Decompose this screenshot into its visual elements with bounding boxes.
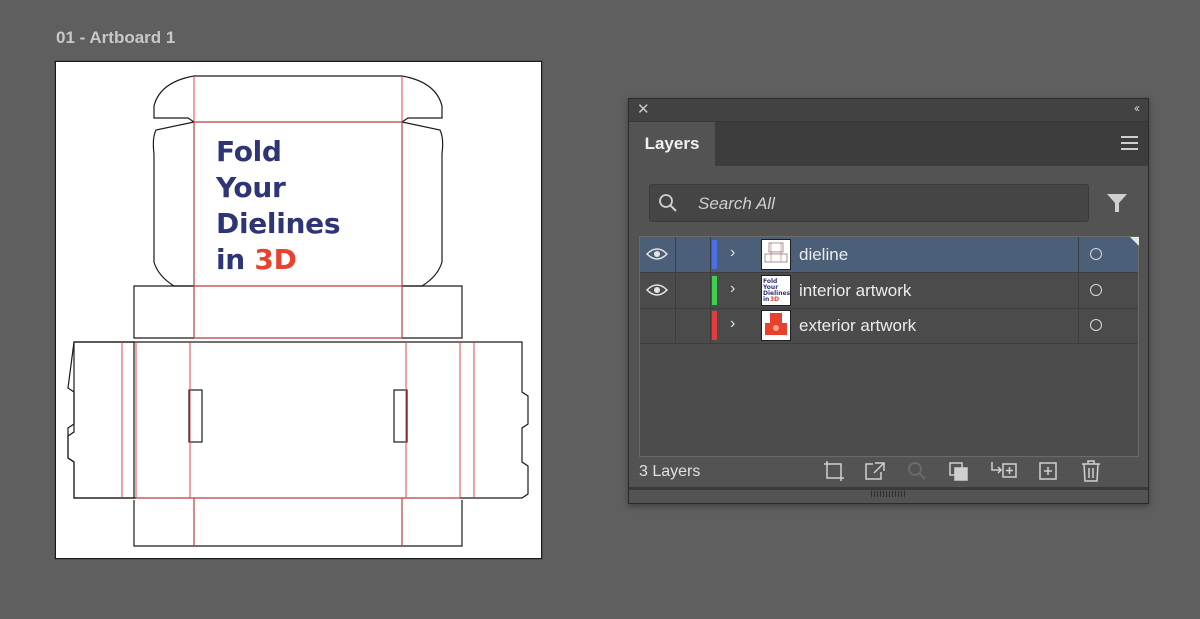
target-toggle[interactable] (1078, 273, 1139, 308)
search-input[interactable] (696, 185, 1080, 223)
layer-name[interactable]: interior artwork (799, 273, 911, 308)
layer-row-exterior-artwork[interactable]: › exterior artwork (640, 308, 1138, 344)
layer-color-bar (712, 276, 717, 305)
delete-icon[interactable] (1079, 460, 1103, 482)
eye-icon (646, 284, 668, 296)
svg-text:in: in (763, 296, 769, 303)
layer-thumbnail: Fold Your Dielines in 3D (761, 275, 791, 306)
layer-thumbnail (761, 239, 791, 270)
lock-toggle[interactable] (676, 273, 711, 308)
chevron-right-icon[interactable]: › (730, 315, 735, 333)
headline-line-1: Fold (216, 135, 282, 168)
lock-toggle[interactable] (676, 237, 711, 272)
selection-indicator-icon (1130, 237, 1139, 246)
filter-icon[interactable] (1105, 191, 1129, 215)
collapse-icon[interactable]: ‹‹ (1134, 101, 1140, 115)
new-layer-icon[interactable] (1037, 460, 1061, 482)
lock-toggle[interactable] (676, 308, 711, 343)
target-circle-icon[interactable] (1090, 319, 1102, 331)
headline-3d: 3D (254, 243, 297, 276)
layer-row-dieline[interactable]: › dieline (640, 237, 1139, 273)
clipping-mask-icon[interactable] (947, 460, 971, 482)
headline-line-3: Dielines (216, 207, 341, 240)
target-circle-icon[interactable] (1090, 248, 1102, 260)
export-icon[interactable] (863, 460, 887, 482)
locate-object-icon[interactable] (905, 460, 929, 482)
search-box (649, 184, 1089, 223)
chevron-right-icon[interactable]: › (730, 280, 735, 298)
panel-titlebar[interactable]: ✕ ‹‹ (629, 99, 1148, 122)
chevron-right-icon[interactable]: › (730, 244, 735, 262)
target-toggle[interactable] (1078, 237, 1139, 272)
visibility-toggle[interactable] (640, 308, 676, 343)
svg-text:3D: 3D (770, 296, 779, 303)
layer-row-interior-artwork[interactable]: › Fold Your Dielines in 3D interior artwork (640, 273, 1138, 309)
headline-in: in (216, 243, 245, 276)
headline-text: Fold Your Dielines in 3D (216, 134, 341, 278)
artboard-label[interactable]: 01 - Artboard 1 (56, 28, 175, 48)
artboard-collect-icon[interactable] (823, 460, 847, 482)
tab-layers[interactable]: Layers (629, 122, 715, 166)
layer-color-bar (712, 311, 717, 340)
headline-line-4: in 3D (216, 242, 340, 278)
layers-panel: ✕ ‹‹ Layers › (628, 98, 1149, 504)
close-icon[interactable]: ✕ (637, 100, 650, 118)
layer-name[interactable]: exterior artwork (799, 308, 916, 343)
target-toggle[interactable] (1078, 308, 1139, 343)
layer-thumbnail (761, 310, 791, 341)
new-sublayer-icon[interactable] (989, 460, 1019, 482)
layer-color-bar (712, 240, 717, 269)
visibility-toggle[interactable] (640, 237, 676, 272)
artboard[interactable]: Fold Your Dielines in 3D (55, 61, 542, 559)
layers-list: › dieline › Fold Your Dielines in 3D int… (639, 236, 1139, 457)
search-icon (659, 194, 677, 212)
panel-tabbar: Layers (629, 122, 1148, 166)
layer-name[interactable]: dieline (799, 237, 848, 272)
eye-icon (646, 248, 668, 260)
panel-menu-icon[interactable] (1121, 136, 1138, 154)
target-circle-icon[interactable] (1090, 284, 1102, 296)
resize-grip-icon[interactable] (871, 491, 905, 497)
layer-count: 3 Layers (639, 463, 701, 480)
visibility-toggle[interactable] (640, 273, 676, 308)
panel-bottom-edge (629, 487, 1148, 490)
headline-line-2: Your (216, 171, 286, 204)
